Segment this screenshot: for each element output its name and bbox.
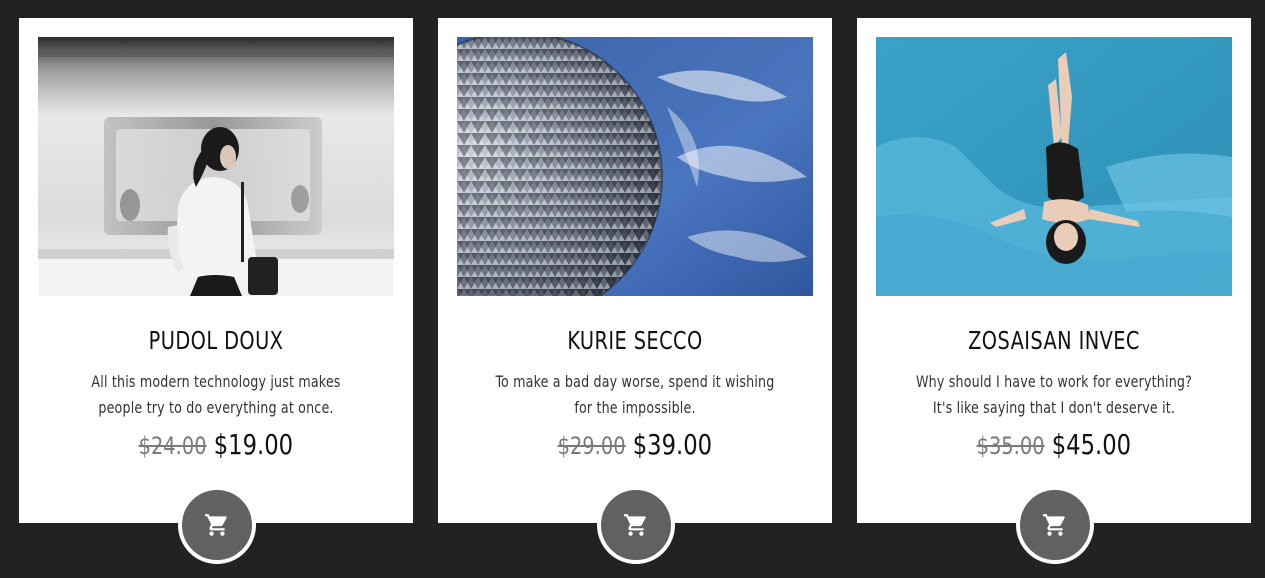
old-price: $35.00 xyxy=(976,432,1045,460)
add-to-cart-button[interactable] xyxy=(597,486,675,564)
woman-in-pool-photo xyxy=(876,37,1232,296)
price-row: $35.00 $45.00 xyxy=(857,428,1251,461)
add-to-cart-button[interactable] xyxy=(178,486,256,564)
geodesic-sphere-photo xyxy=(457,37,813,296)
product-description: All this modern technology just makes pe… xyxy=(91,372,341,417)
product-image-pool[interactable] xyxy=(876,37,1232,296)
product-title: KURIE SECCO xyxy=(567,326,703,355)
old-price: $29.00 xyxy=(557,432,626,460)
product-card: KURIE SECCO To make a bad day worse, spe… xyxy=(438,18,832,564)
product-title: ZOSAISAN INVEC xyxy=(968,326,1140,355)
old-price: $24.00 xyxy=(138,432,207,460)
current-price: $39.00 xyxy=(632,428,713,461)
price-row: $29.00 $39.00 xyxy=(438,428,832,461)
product-image-sphere[interactable] xyxy=(457,37,813,296)
product-description: Why should I have to work for everything… xyxy=(915,372,1193,417)
shopping-cart-icon xyxy=(624,514,646,536)
current-price: $19.00 xyxy=(213,428,294,461)
current-price: $45.00 xyxy=(1051,428,1132,461)
product-card: PUDOL DOUX All this modern technology ju… xyxy=(19,18,413,564)
shopping-cart-icon xyxy=(205,514,227,536)
price-row: $24.00 $19.00 xyxy=(19,428,413,461)
product-image-subway[interactable] xyxy=(38,37,394,296)
product-description: To make a bad day worse, spend it wishin… xyxy=(495,372,775,417)
product-card: ZOSAISAN INVEC Why should I have to work… xyxy=(857,18,1251,564)
shopping-cart-icon xyxy=(1043,514,1065,536)
add-to-cart-button[interactable] xyxy=(1016,486,1094,564)
product-title: PUDOL DOUX xyxy=(148,326,284,355)
woman-at-subway-photo xyxy=(38,37,394,296)
